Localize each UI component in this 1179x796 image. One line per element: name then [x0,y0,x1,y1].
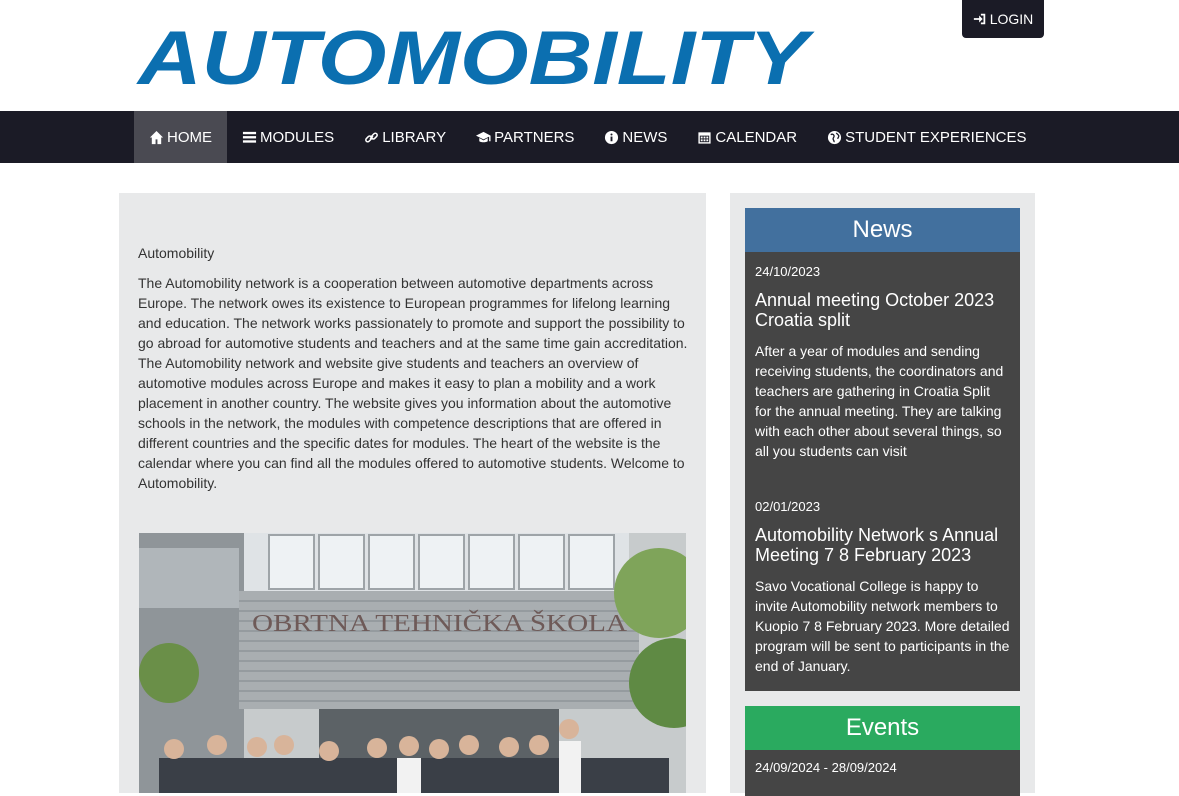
nav-news[interactable]: NEWS [589,111,682,163]
main-content-panel: Automobility The Automobility network is… [119,193,706,793]
home-icon [149,130,164,144]
event-date[interactable]: 24/09/2024 - 28/09/2024 [745,750,1020,775]
news-date: 02/01/2023 [755,499,821,514]
nav-home-label: HOME [167,128,212,146]
link-icon [365,131,379,143]
sidebar-panel: News 24/10/2023 Annual meeting October 2… [730,193,1035,796]
nav-student-experiences[interactable]: STUDENT EXPERIENCES [812,111,1041,163]
news-widget: News 24/10/2023 Annual meeting October 2… [745,208,1020,691]
nav-partners-label: PARTNERS [494,128,575,146]
info-circle-icon [605,130,619,144]
nav-partners[interactable]: PARTNERS [461,111,589,163]
nav-modules[interactable]: MODULES [227,111,349,163]
login-button[interactable]: LOGIN [962,0,1044,38]
nav-modules-label: MODULES [260,128,335,146]
events-widget: Events 24/09/2024 - 28/09/2024 [745,706,1020,796]
sign-in-icon [973,13,985,25]
nav-calendar-label: CALENDAR [715,128,798,146]
photo-sign-text: OBRTNA TEHNIČKA ŠKOLA [252,610,628,637]
news-body: After a year of modules and sending rece… [755,343,1004,459]
calendar-icon [698,131,711,144]
events-heading: Events [745,706,1020,750]
news-item[interactable]: 24/10/2023 Annual meeting October 2023 C… [745,252,1020,461]
news-title-link[interactable]: Automobility Network s Annual Meeting 7 … [755,525,1010,565]
nav-library-label: LIBRARY [382,128,447,146]
nav-news-label: NEWS [622,128,668,146]
automobility-logo[interactable]: AUTOMOBILITY [136,14,816,94]
news-title-link[interactable]: Annual meeting October 2023 Croatia spli… [755,290,1010,330]
site-header: AUTOMOBILITY LOGIN [0,0,1179,111]
nav-library[interactable]: LIBRARY [349,111,461,163]
nav-home[interactable]: HOME [134,111,227,163]
nav-student-experiences-label: STUDENT EXPERIENCES [845,128,1027,146]
news-date: 24/10/2023 [755,264,821,279]
list-icon [242,131,257,143]
school-group-photo: OBRTNA TEHNIČKA ŠKOLA [139,533,686,793]
news-heading: News [745,208,1020,252]
intro-text: The Automobility network is a cooperatio… [138,275,688,491]
page-title: Automobility [138,245,215,261]
main-navbar: HOME MODULES LIBRARY PARTNERS NEWS CALEN… [0,111,1179,163]
news-item[interactable]: 02/01/2023 Automobility Network s Annual… [745,461,1020,676]
logo-text: AUTOMOBILITY [136,16,815,94]
login-label: LOGIN [989,11,1034,27]
news-body: Savo Vocational College is happy to invi… [755,578,1010,674]
nav-calendar[interactable]: CALENDAR [682,111,812,163]
globe-icon [828,130,842,144]
graduation-cap-icon [476,131,491,142]
